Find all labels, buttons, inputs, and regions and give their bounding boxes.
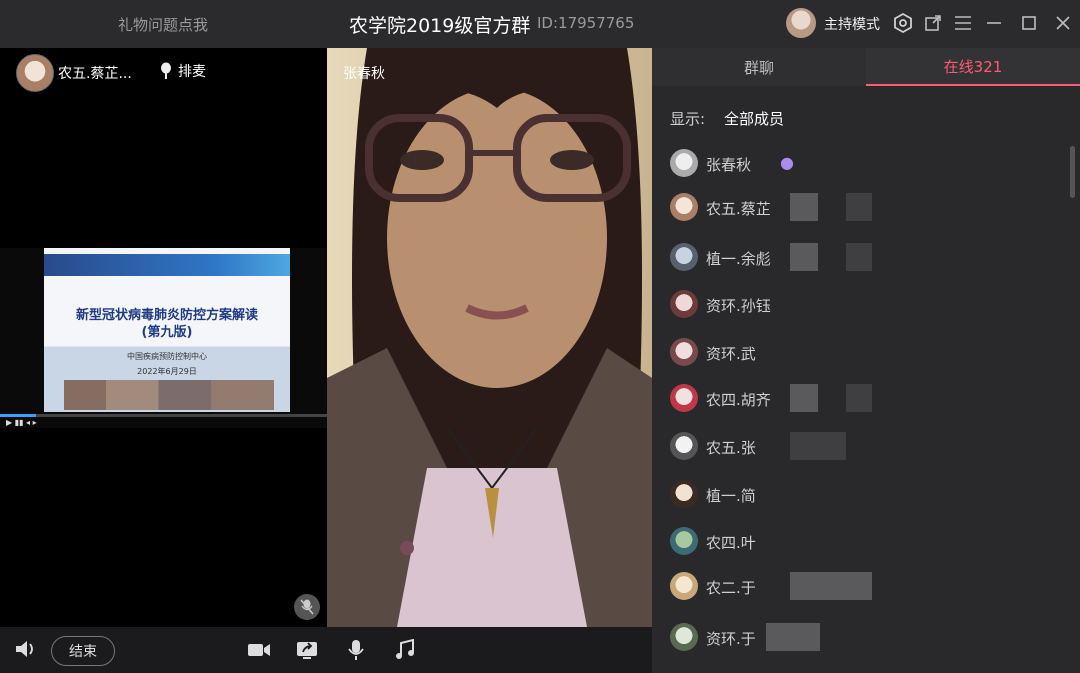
blurred-region	[790, 432, 846, 460]
blurred-region	[846, 243, 872, 271]
slide-subtitle: (第九版)	[141, 325, 193, 340]
avatar	[670, 243, 698, 271]
list-item[interactable]: 农四.胡齐	[670, 384, 1070, 414]
speaker-name: 农五.蔡芷...	[58, 66, 132, 82]
list-item[interactable]: 农五.张	[670, 432, 1070, 462]
member-name: 资环.武	[706, 345, 756, 363]
building-image	[64, 380, 274, 410]
microphone-icon[interactable]	[343, 638, 369, 662]
member-panel: 群聊 在线321 显示: 全部成员 张春秋 ● 农五.蔡芷 植一.余彪 资环.孙…	[652, 48, 1080, 673]
popout-icon[interactable]	[920, 10, 946, 36]
settings-icon[interactable]	[890, 10, 916, 36]
close-icon[interactable]	[1050, 10, 1076, 36]
menu-icon[interactable]	[950, 10, 976, 36]
list-item[interactable]: 资环.于	[670, 623, 1070, 653]
list-item[interactable]: 农四.叶	[670, 527, 1070, 557]
screen-share-pane: 农五.蔡芷... 排麦 新型冠状病毒肺炎防控方案解读 (第九版) 中国疾病预防控…	[0, 48, 327, 627]
avatar	[670, 572, 698, 600]
maximize-icon[interactable]	[1016, 10, 1042, 36]
member-name: 植一.余彪	[706, 250, 771, 268]
title-bar: 礼物问题点我 农学院2019级官方群 ID:17957765 主持模式	[0, 0, 1080, 48]
host-mode-label[interactable]: 主持模式	[824, 14, 880, 34]
slide-header-band	[44, 254, 290, 276]
group-title: 农学院2019级官方群	[349, 15, 531, 37]
list-item[interactable]: 农五.蔡芷	[670, 193, 1070, 223]
camera-feed-image	[327, 48, 652, 627]
list-item[interactable]: 张春秋 ●	[670, 149, 1070, 179]
screen-share-icon[interactable]	[294, 638, 320, 662]
end-button[interactable]: 结束	[51, 636, 115, 666]
display-filter-label: 显示:	[670, 110, 706, 128]
member-name: 农四.胡齐	[706, 391, 771, 409]
mic-queue-label: 排麦	[178, 64, 206, 80]
avatar[interactable]	[786, 8, 816, 38]
avatar	[670, 432, 698, 460]
video-progress-fill	[0, 414, 36, 417]
tab-group-chat[interactable]: 群聊	[652, 48, 866, 86]
avatar	[670, 149, 698, 177]
avatar	[670, 290, 698, 318]
blurred-region	[766, 623, 820, 651]
blurred-region	[790, 193, 818, 221]
list-item[interactable]: 植一.余彪	[670, 243, 1070, 273]
music-icon[interactable]	[392, 638, 418, 662]
avatar	[670, 623, 698, 651]
member-name: 资环.孙钰	[706, 297, 771, 315]
gift-help-link[interactable]: 礼物问题点我	[118, 14, 208, 35]
member-name: 植一.简	[706, 487, 756, 505]
camera-video-pane: 张春秋	[327, 48, 652, 627]
member-name: 农二.于	[706, 579, 756, 597]
group-id: ID:17957765	[537, 14, 635, 32]
slide-date: 2022年6月29日	[137, 367, 197, 376]
list-item[interactable]: 农二.于	[670, 572, 1070, 602]
minimize-icon[interactable]	[981, 10, 1007, 36]
bottom-control-bar: 结束	[0, 627, 652, 673]
avatar	[670, 480, 698, 508]
member-name: 张春秋	[706, 156, 752, 174]
volume-icon[interactable]	[14, 639, 36, 664]
microphone-icon	[161, 62, 171, 79]
member-name: 资环.于	[706, 630, 756, 648]
member-name: 农五.张	[706, 439, 756, 457]
camera-icon[interactable]	[246, 638, 272, 662]
blurred-region	[790, 384, 818, 412]
scrollbar[interactable]	[1070, 146, 1075, 198]
blurred-region	[790, 243, 818, 271]
host-badge-icon: ●	[780, 153, 794, 172]
list-item[interactable]: 资环.武	[670, 338, 1070, 368]
member-name: 农五.蔡芷	[706, 200, 771, 218]
muted-mic-icon[interactable]	[294, 594, 320, 620]
blurred-region	[846, 384, 872, 412]
avatar	[670, 193, 698, 221]
player-controls[interactable]: ▶ ▮▮ ◂ ▸	[6, 418, 37, 427]
blurred-region	[790, 572, 872, 600]
slide-organization: 中国疾病预防控制中心	[127, 352, 207, 361]
speaker-avatar[interactable]	[16, 54, 54, 92]
list-item[interactable]: 植一.简	[670, 480, 1070, 510]
avatar	[670, 384, 698, 412]
avatar	[670, 527, 698, 555]
mic-queue-button[interactable]: 排麦	[160, 61, 206, 81]
shared-slide: 新型冠状病毒肺炎防控方案解读 (第九版) 中国疾病预防控制中心 2022年6月2…	[0, 248, 327, 428]
list-item[interactable]: 资环.孙钰	[670, 290, 1070, 320]
slide-content: 新型冠状病毒肺炎防控方案解读 (第九版) 中国疾病预防控制中心 2022年6月2…	[44, 248, 290, 412]
tab-online[interactable]: 在线321	[866, 48, 1080, 86]
blurred-region	[846, 193, 872, 221]
member-name: 农四.叶	[706, 534, 756, 552]
avatar	[670, 338, 698, 366]
video-user-name: 张春秋	[343, 66, 385, 82]
display-filter-select[interactable]: 全部成员	[724, 108, 784, 129]
video-progress-bar[interactable]	[0, 414, 327, 417]
